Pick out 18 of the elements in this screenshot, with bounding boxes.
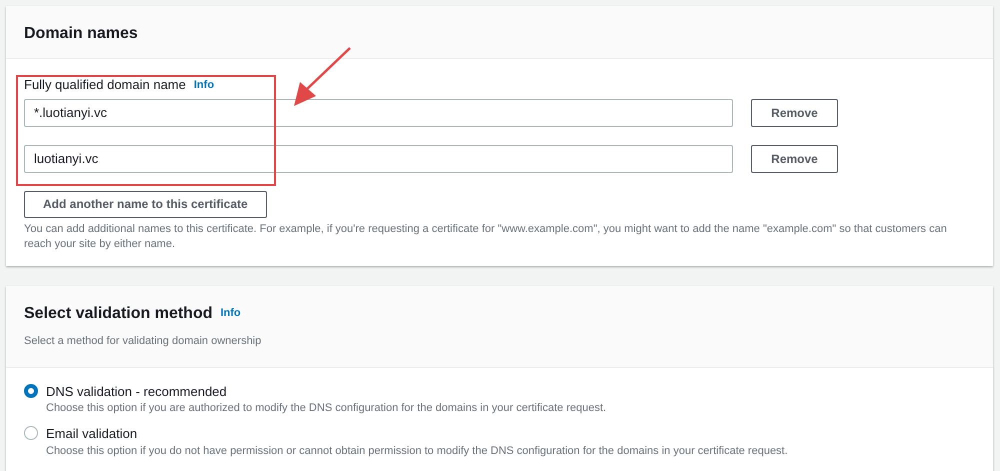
domain-name-field[interactable]: *.luotianyi.vc [24, 98, 733, 126]
info-link[interactable]: Info [194, 76, 214, 93]
radio-button[interactable] [24, 384, 38, 398]
domain-name-field[interactable]: luotianyi.vc [24, 144, 733, 172]
option-label: DNS validation - recommended [46, 382, 228, 400]
option-label: Email validation [46, 425, 138, 443]
info-link[interactable]: Info [220, 305, 241, 322]
remove-button[interactable]: Remove [751, 144, 838, 172]
radio-button[interactable] [24, 426, 38, 440]
field-label: Fully qualified domain name [24, 76, 186, 94]
remove-button[interactable]: Remove [751, 98, 838, 126]
help-text: You can add additional names to this certificate. For example, if you're requesting a certificate for "www.example.com", you might want to add the name "example.com" so that customers can reach your site by either name. [24, 222, 948, 252]
add-name-button[interactable]: Add another name to this certificate [24, 190, 267, 218]
section-subtitle: Select a method for validating domain ownership [24, 334, 262, 348]
section-title: Select validation method [24, 304, 212, 324]
option-description: Choose this option if you do not have permission or cannot obtain permission to modify the DNS configuration for the domains in your certificate request. [46, 444, 788, 458]
section-title: Domain names [24, 25, 138, 42]
option-description: Choose this option if you are authorized to modify the DNS configuration for the domains in your certificate request. [46, 401, 606, 416]
